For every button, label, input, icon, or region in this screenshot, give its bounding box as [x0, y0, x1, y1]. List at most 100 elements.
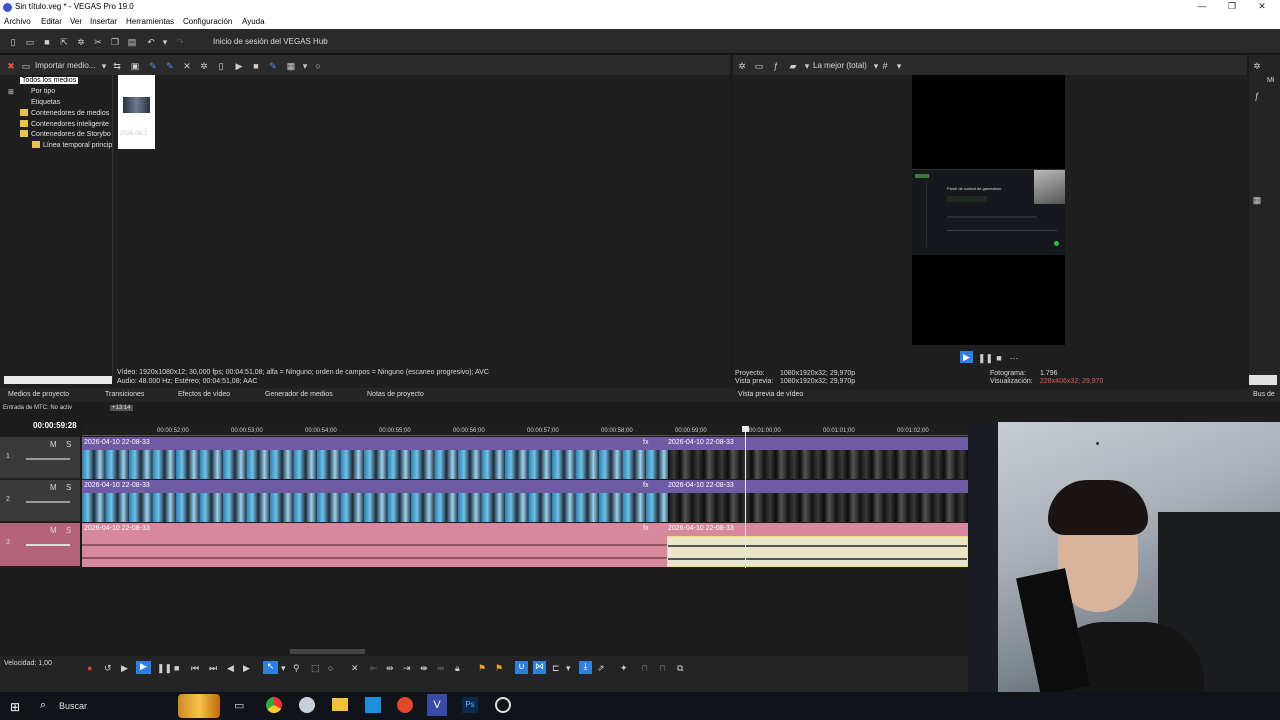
timeline-scrollbar[interactable] [290, 649, 365, 654]
chrome-icon[interactable] [266, 697, 282, 713]
mute-button[interactable]: M [50, 440, 57, 449]
import-media-icon[interactable]: ▭ [21, 61, 31, 71]
video-fx-icon[interactable]: ƒ [771, 61, 781, 71]
tab-bus[interactable]: Bus de [1253, 391, 1275, 398]
render-icon[interactable]: ⇱ [59, 37, 69, 47]
menu-configuracion[interactable]: Configuración [183, 17, 232, 26]
delete-clip-icon[interactable]: ✕ [351, 663, 359, 674]
split-screen-icon[interactable]: ▰ [788, 61, 798, 71]
menu-editar[interactable]: Editar [41, 17, 62, 26]
tree-item-all-media[interactable]: Todos los medios [20, 77, 79, 84]
app-red-icon[interactable] [397, 697, 413, 713]
properties-icon[interactable]: ✎ [165, 61, 175, 71]
photoshop-icon[interactable]: Ps [462, 697, 478, 713]
mixer-scrollbar[interactable] [1249, 375, 1277, 385]
auto-ripple-icon[interactable]: ⤓ [579, 661, 592, 674]
delete-icon[interactable]: ✕ [182, 61, 192, 71]
zoom-tool-icon[interactable]: ○ [328, 663, 333, 673]
normal-edit-tool-icon[interactable]: ↖ [263, 661, 278, 674]
menu-archivo[interactable]: Archivo [4, 17, 31, 26]
split-icon[interactable]: ⇼ [420, 663, 428, 674]
record-button[interactable]: ● [87, 663, 92, 673]
tab-transitions[interactable]: Transiciones [105, 391, 144, 398]
task-view-icon[interactable]: ▭ [234, 699, 244, 712]
clip-fx-icon[interactable]: fx [643, 439, 648, 446]
video-clip-frames[interactable] [82, 450, 668, 479]
paste-icon[interactable]: ▤ [127, 37, 137, 47]
go-to-end-icon[interactable]: ⏭ [209, 663, 217, 674]
minimize-button[interactable]: — [1192, 1, 1212, 14]
track-volume-slider[interactable] [26, 501, 70, 503]
search-icon[interactable]: ○ [313, 61, 323, 71]
trim-end-icon[interactable]: ⇥ [403, 663, 411, 674]
tree-item-main-timeline[interactable]: Línea temporal princip [32, 141, 112, 149]
timeline-empty-area[interactable] [82, 568, 968, 646]
taskbar-search-icon[interactable]: ⌕ [40, 699, 46, 712]
track-volume-slider[interactable] [26, 544, 70, 546]
app-icon[interactable] [299, 697, 315, 713]
preview-more-icon[interactable]: ⋯ [1009, 353, 1019, 363]
marker-icon[interactable]: ⚑ [478, 663, 486, 674]
split-dropdown-icon[interactable]: ▾ [802, 61, 812, 71]
remove-icon[interactable]: ✖ [6, 61, 16, 71]
capture-icon[interactable]: ⇆ [112, 61, 122, 71]
tab-video-preview[interactable]: Vista previa de vídeo [738, 391, 803, 398]
solo-button[interactable]: S [66, 483, 71, 492]
copy-icon[interactable]: ❐ [110, 37, 120, 47]
external-monitor-icon[interactable]: ▭ [754, 61, 764, 71]
playhead-handle[interactable] [742, 426, 749, 432]
media-thumbnail[interactable]: 2026-04-1 [118, 75, 155, 149]
solo-button[interactable]: S [66, 526, 71, 535]
settings-gear-icon[interactable]: ✲ [76, 37, 86, 47]
taskbar-search[interactable]: Buscar [59, 701, 87, 711]
video-clip-frames[interactable] [668, 450, 968, 479]
tree-item-by-type[interactable]: Por tipo [31, 88, 55, 95]
auto-crossfade-icon[interactable]: ⋈ [533, 661, 546, 674]
mixer-fx-icon[interactable]: ƒ [1252, 91, 1262, 101]
track-volume-slider[interactable] [26, 458, 70, 460]
vegas-hub-login[interactable]: Inicio de sesión del VEGAS Hub [213, 37, 328, 46]
views-dropdown-icon[interactable]: ▾ [300, 61, 310, 71]
play-icon[interactable]: ▶ [234, 61, 244, 71]
solo-button[interactable]: S [66, 440, 71, 449]
video-clip-frames[interactable] [668, 493, 968, 522]
video-track-2[interactable]: 2026-04-10 22-08-33 fx 2026-04-10 22-08-… [82, 480, 968, 522]
render-icon[interactable]: ✦ [620, 663, 628, 674]
app-blue-icon[interactable] [365, 697, 381, 713]
tree-item-smart-bins[interactable]: Contenedores inteligente [20, 120, 109, 128]
tab-video-fx[interactable]: Efectos de vídeo [178, 391, 230, 398]
tree-item-tags[interactable]: Etiquetas [31, 99, 60, 106]
maximize-button[interactable]: ❐ [1222, 1, 1242, 14]
windows-start-icon[interactable]: ⊞ [10, 700, 20, 714]
selected-audio-clip[interactable] [667, 536, 968, 567]
mixer-layout-icon[interactable]: ▦ [1252, 195, 1262, 205]
selection-tool-icon[interactable]: ⬚ [311, 663, 320, 674]
menu-insertar[interactable]: Insertar [90, 17, 117, 26]
timeline-marker[interactable]: +13:14 [110, 405, 133, 411]
video-clip-frames[interactable] [82, 493, 668, 522]
smart-split-icon[interactable]: ⧉ [677, 663, 683, 674]
stop-button[interactable]: ■ [174, 663, 179, 673]
video-track-1[interactable]: 2026-04-10 22-08-33 fx 2026-04-10 22-08-… [82, 437, 968, 479]
mute-button[interactable]: M [50, 526, 57, 535]
play-from-start-icon[interactable]: ▶ [121, 663, 128, 674]
overlays-dropdown-icon[interactable]: ▾ [894, 61, 904, 71]
ripple-dropdown-icon[interactable]: ▾ [566, 663, 571, 674]
mixer-gear-icon[interactable]: ✲ [1252, 61, 1262, 71]
snapping-icon[interactable]: ∪ [515, 661, 528, 674]
preview-stop-button[interactable]: ■ [994, 353, 1004, 363]
auto-preview-icon[interactable]: ✎ [268, 61, 278, 71]
undo-icon[interactable]: ↶ [146, 37, 156, 47]
import-media-button[interactable]: Importar medio... [35, 61, 95, 70]
file-explorer-icon[interactable] [332, 698, 348, 711]
media-fx-icon[interactable]: ✎ [148, 61, 158, 71]
stop-icon[interactable]: ■ [251, 61, 261, 71]
tab-project-notes[interactable]: Notas de proyecto [367, 391, 424, 398]
prev-frame-icon[interactable]: ◀ [227, 663, 234, 674]
preview-pause-button[interactable]: ❚❚ [978, 353, 993, 363]
clip-fx-icon[interactable]: fx [643, 525, 648, 532]
views-icon[interactable]: ▦ [286, 61, 296, 71]
close-button[interactable]: ✕ [1252, 1, 1272, 14]
menu-ver[interactable]: Ver [70, 17, 82, 26]
tree-expand-icon[interactable]: ⊞ [8, 88, 14, 96]
